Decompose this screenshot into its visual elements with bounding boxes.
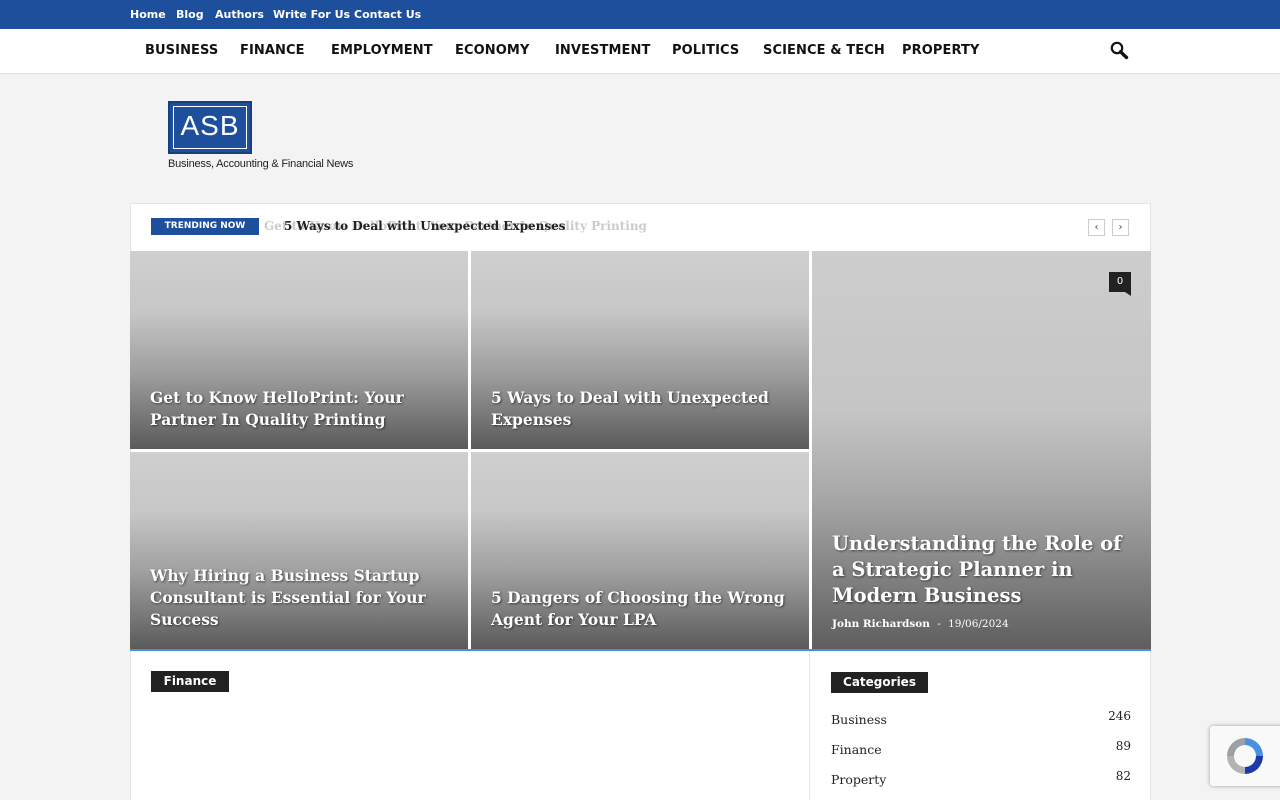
search-button[interactable] xyxy=(1108,40,1132,62)
recaptcha-badge[interactable] xyxy=(1210,726,1280,786)
category-item-finance[interactable]: Finance 89 xyxy=(831,734,1131,758)
top-nav-write-for-us[interactable]: Write For Us xyxy=(273,0,350,29)
top-bar: Home Blog Authors Write For Us Contact U… xyxy=(0,0,1280,29)
category-count: 246 xyxy=(1108,709,1131,723)
search-icon xyxy=(1110,41,1129,60)
trending-current-title[interactable]: 5 Ways to Deal with Unexpected Expenses xyxy=(284,219,566,233)
category-name[interactable]: Property xyxy=(831,772,886,787)
menu-item-politics[interactable]: POLITICS xyxy=(672,29,739,73)
chevron-left-icon: ‹ xyxy=(1094,222,1099,233)
category-count: 82 xyxy=(1115,769,1131,783)
post-meta: John Richardson - 19/06/2024 xyxy=(832,618,1009,630)
top-nav-blog[interactable]: Blog xyxy=(176,0,204,29)
menu-item-business[interactable]: BUSINESS xyxy=(145,29,218,73)
top-nav-authors[interactable]: Authors xyxy=(215,0,264,29)
menu-item-science-tech[interactable]: SCIENCE & TECH xyxy=(763,29,885,73)
logo-text: ASB xyxy=(180,110,240,141)
category-name[interactable]: Finance xyxy=(831,742,882,757)
logo-tagline: Business, Accounting & Financial News xyxy=(168,158,354,170)
finance-block-label[interactable]: Finance xyxy=(151,671,229,692)
featured-tile[interactable]: 5 Ways to Deal with Unexpected Expenses xyxy=(471,251,809,449)
trending-next-button[interactable]: › xyxy=(1112,219,1129,236)
category-item-business[interactable]: Business 246 xyxy=(831,704,1131,728)
post-date: 19/06/2024 xyxy=(948,618,1009,630)
featured-title[interactable]: Get to Know HelloPrint: Your Partner In … xyxy=(150,387,452,431)
featured-title[interactable]: Why Hiring a Business Startup Consultant… xyxy=(150,565,452,631)
featured-title[interactable]: 5 Dangers of Choosing the Wrong Agent fo… xyxy=(491,587,793,631)
chevron-right-icon: › xyxy=(1118,222,1123,233)
top-nav-contact-us[interactable]: Contact Us xyxy=(354,0,421,29)
featured-title[interactable]: 5 Ways to Deal with Unexpected Expenses xyxy=(491,387,793,431)
menu-item-property[interactable]: PROPERTY xyxy=(902,29,980,73)
category-name[interactable]: Business xyxy=(831,712,887,727)
column-divider xyxy=(809,651,810,800)
menu-item-economy[interactable]: ECONOMY xyxy=(455,29,529,73)
featured-tile-large[interactable]: 0 Understanding the Role of a Strategic … xyxy=(812,251,1151,649)
main-menu: BUSINESS FINANCE EMPLOYMENT ECONOMY INVE… xyxy=(0,29,1280,74)
menu-item-finance[interactable]: FINANCE xyxy=(240,29,305,73)
post-author[interactable]: John Richardson xyxy=(832,618,930,630)
featured-tile[interactable]: Get to Know HelloPrint: Your Partner In … xyxy=(130,251,468,449)
featured-tile[interactable]: Why Hiring a Business Startup Consultant… xyxy=(130,452,468,649)
mosaic-divider xyxy=(130,649,1151,651)
category-item-property[interactable]: Property 82 xyxy=(831,764,1131,788)
category-count: 89 xyxy=(1115,739,1131,753)
featured-title[interactable]: Understanding the Role of a Strategic Pl… xyxy=(832,531,1133,609)
trending-now-label: TRENDING NOW xyxy=(151,218,259,235)
comment-count-badge[interactable]: 0 xyxy=(1109,272,1131,296)
menu-item-employment[interactable]: EMPLOYMENT xyxy=(331,29,433,73)
menu-item-investment[interactable]: INVESTMENT xyxy=(555,29,650,73)
recaptcha-icon xyxy=(1227,738,1263,774)
trending-prev-button[interactable]: ‹ xyxy=(1088,219,1105,236)
top-nav-home[interactable]: Home xyxy=(130,0,166,29)
meta-separator: - xyxy=(937,618,941,630)
site-logo[interactable]: ASB xyxy=(168,101,252,154)
featured-tile[interactable]: 5 Dangers of Choosing the Wrong Agent fo… xyxy=(471,452,809,649)
categories-title: Categories xyxy=(831,672,928,693)
